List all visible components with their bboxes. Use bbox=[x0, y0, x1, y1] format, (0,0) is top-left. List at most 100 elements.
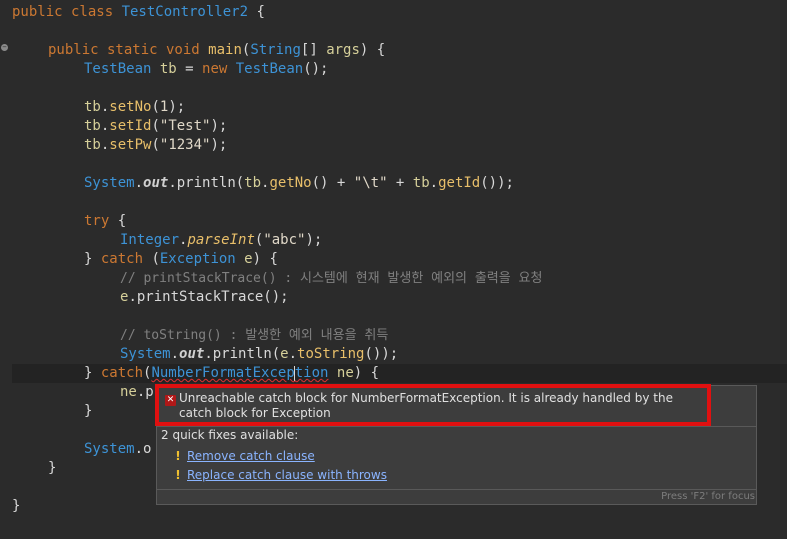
code-line: } bbox=[12, 497, 20, 516]
quick-fix-replace-throws[interactable]: ! Replace catch clause with throws bbox=[173, 468, 387, 483]
token: getId bbox=[438, 175, 481, 191]
token: . bbox=[429, 175, 439, 191]
token: setId bbox=[109, 118, 152, 134]
warning-bulb-icon: ! bbox=[175, 449, 181, 463]
token: tb bbox=[412, 175, 430, 191]
code-line: public class TestController2 { bbox=[12, 3, 265, 22]
token: out bbox=[179, 346, 205, 362]
token: tb bbox=[84, 118, 101, 134]
token: ) { bbox=[252, 251, 278, 267]
quick-fix-link[interactable]: Replace catch clause with throws bbox=[187, 468, 387, 482]
token: ); bbox=[210, 137, 228, 153]
token: System bbox=[84, 441, 135, 457]
token: tb bbox=[244, 175, 262, 191]
token: ( bbox=[151, 137, 160, 153]
token: args bbox=[326, 42, 360, 58]
code-line: } bbox=[84, 402, 92, 421]
token: . bbox=[288, 346, 298, 362]
code-line: tb.setPw("1234"); bbox=[84, 136, 227, 155]
code-line: ne.p bbox=[120, 383, 154, 402]
warning-bulb-icon: ! bbox=[175, 468, 181, 482]
token: + bbox=[387, 175, 413, 191]
token: String bbox=[250, 42, 301, 58]
token: } bbox=[48, 460, 57, 476]
token: ); bbox=[305, 232, 323, 248]
fold-collapse-icon[interactable]: − bbox=[1, 44, 8, 51]
token: Exception bbox=[159, 251, 236, 267]
token: toString bbox=[297, 346, 365, 362]
error-token[interactable]: tion bbox=[295, 365, 329, 381]
token: ()); bbox=[480, 175, 514, 191]
comment: // printStackTrace() : 시스템에 현재 발생한 예외의 출… bbox=[120, 271, 543, 286]
token: "abc" bbox=[263, 232, 306, 248]
token: ); bbox=[168, 99, 186, 115]
code-line: // toString() : 발생한 예외 내용을 취득 bbox=[120, 326, 388, 345]
quick-fix-popup[interactable]: ✕ Unreachable catch block for NumberForm… bbox=[155, 384, 757, 505]
token: (); bbox=[303, 61, 329, 77]
divider bbox=[157, 426, 756, 427]
code-line: TestBean tb = new TestBean(); bbox=[84, 60, 328, 79]
token: catch bbox=[100, 365, 144, 381]
token: } bbox=[84, 365, 101, 381]
code-line-current: } catch(NumberFormatException ne) { bbox=[12, 364, 787, 383]
token: e bbox=[280, 346, 289, 362]
token: "Test" bbox=[159, 118, 211, 134]
token: try bbox=[84, 213, 110, 229]
token: setNo bbox=[109, 99, 152, 115]
code-line: tb.setId("Test"); bbox=[84, 117, 227, 136]
token: .println( bbox=[168, 175, 245, 191]
quick-fix-link[interactable]: Remove catch clause bbox=[187, 449, 315, 463]
token: . bbox=[134, 175, 144, 191]
error-icon: ✕ bbox=[165, 395, 176, 406]
token: public class bbox=[12, 4, 122, 20]
token: TestBean bbox=[84, 61, 152, 77]
token: TestController2 bbox=[121, 4, 249, 20]
token: main bbox=[208, 42, 242, 58]
quick-fix-remove-catch[interactable]: ! Remove catch clause bbox=[173, 449, 315, 464]
token: . bbox=[170, 346, 180, 362]
token: "1234" bbox=[159, 137, 211, 153]
token: "\t" bbox=[353, 175, 388, 191]
token: ) { bbox=[353, 365, 380, 381]
token: ); bbox=[210, 118, 228, 134]
token: getNo bbox=[269, 175, 312, 191]
code-line: System.out.println(tb.getNo() + "\t" + t… bbox=[84, 174, 514, 193]
token: tb bbox=[84, 99, 101, 115]
token: ( bbox=[151, 99, 160, 115]
token: () + bbox=[311, 175, 354, 191]
code-line: } bbox=[48, 459, 56, 478]
error-token[interactable]: NumberFormatExcep bbox=[151, 365, 294, 381]
error-message: Unreachable catch block for NumberFormat… bbox=[179, 391, 673, 420]
token: out bbox=[143, 175, 169, 191]
code-line: Integer.parseInt("abc"); bbox=[120, 231, 322, 250]
token: .println( bbox=[204, 346, 281, 362]
token: catch bbox=[100, 251, 144, 267]
code-line: System.o bbox=[84, 440, 151, 459]
token: System bbox=[84, 175, 135, 191]
token: System bbox=[120, 346, 171, 362]
token: [] bbox=[300, 42, 327, 58]
error-message-highlight: ✕ Unreachable catch block for NumberForm… bbox=[155, 384, 711, 426]
token: ( bbox=[143, 251, 160, 267]
token: .o bbox=[134, 441, 152, 457]
token: } bbox=[84, 251, 101, 267]
code-line: } catch (Exception e) { bbox=[84, 250, 278, 269]
token: e bbox=[244, 251, 253, 267]
token: TestBean bbox=[235, 61, 304, 77]
token: } bbox=[84, 403, 93, 419]
comment: // toString() : 발생한 예외 내용을 취득 bbox=[120, 328, 389, 343]
code-line: // printStackTrace() : 시스템에 현재 발생한 예외의 출… bbox=[120, 269, 542, 288]
token: parseInt bbox=[187, 232, 255, 248]
token: tb bbox=[84, 137, 101, 153]
token: setPw bbox=[109, 137, 152, 153]
token: { bbox=[109, 213, 127, 229]
token: .printStackTrace(); bbox=[128, 289, 289, 305]
focus-hint: Press 'F2' for focus bbox=[661, 491, 755, 502]
token: ne bbox=[336, 365, 354, 381]
token: tb bbox=[159, 61, 177, 77]
token: ()); bbox=[364, 346, 399, 362]
code-line: public static void main(String[] args) { bbox=[48, 41, 385, 60]
